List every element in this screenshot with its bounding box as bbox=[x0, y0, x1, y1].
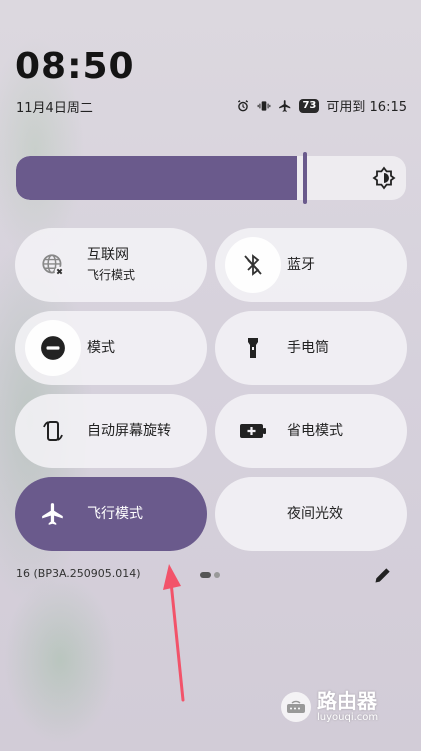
tile-modes-label: 模式 bbox=[87, 340, 115, 356]
annotation-arrow bbox=[155, 560, 195, 709]
brightness-slider[interactable] bbox=[16, 156, 406, 200]
bluetooth-off-icon bbox=[225, 237, 281, 293]
rotate-icon bbox=[25, 403, 81, 459]
tile-internet[interactable]: 互联网 飞行模式 bbox=[15, 228, 207, 302]
router-logo-icon bbox=[281, 691, 311, 722]
airplane-icon bbox=[25, 486, 81, 542]
tile-night-light-label: 夜间光效 bbox=[287, 506, 343, 522]
tile-airplane-mode[interactable]: 飞行模式 bbox=[15, 477, 207, 551]
tile-night-light[interactable]: 夜间光效 bbox=[215, 477, 407, 551]
tile-flashlight-label: 手电筒 bbox=[287, 340, 329, 356]
battery-saver-icon bbox=[225, 403, 281, 459]
brightness-fill bbox=[16, 156, 297, 200]
battery-badge: 73 bbox=[299, 98, 320, 113]
clock-time: 08:50 bbox=[15, 46, 135, 87]
brightness-icon bbox=[372, 166, 396, 194]
page-dot-active bbox=[200, 572, 211, 578]
tile-auto-rotate[interactable]: 自动屏幕旋转 bbox=[15, 394, 207, 468]
watermark-name: 路由器 bbox=[317, 689, 377, 713]
tile-internet-sublabel: 飞行模式 bbox=[87, 268, 136, 282]
battery-until-text: 可用到 16:15 bbox=[326, 100, 407, 115]
moon-icon bbox=[225, 486, 281, 542]
globe-off-icon bbox=[25, 237, 81, 293]
do-not-disturb-icon bbox=[25, 320, 81, 376]
alarm-icon bbox=[236, 99, 250, 113]
build-number: 16 (BP3A.250905.014) bbox=[16, 567, 141, 580]
flashlight-icon bbox=[225, 320, 281, 376]
tile-auto-rotate-label: 自动屏幕旋转 bbox=[87, 423, 171, 439]
tile-bluetooth[interactable]: 蓝牙 bbox=[215, 228, 407, 302]
tile-modes[interactable]: 模式 bbox=[15, 311, 207, 385]
vibrate-icon bbox=[257, 99, 271, 113]
page-indicator bbox=[200, 572, 220, 578]
tile-bluetooth-label: 蓝牙 bbox=[287, 257, 315, 273]
airplane-status-icon bbox=[278, 99, 292, 113]
tile-flashlight[interactable]: 手电筒 bbox=[215, 311, 407, 385]
edit-pencil-icon[interactable] bbox=[373, 565, 393, 589]
tile-battery-saver-label: 省电模式 bbox=[287, 423, 343, 439]
watermark: 路由器 luyouqi.com bbox=[281, 690, 378, 723]
tile-internet-label: 互联网 bbox=[87, 247, 129, 263]
page-dot bbox=[214, 572, 220, 578]
clock-date: 11月4日周二 bbox=[16, 101, 93, 116]
status-bar: 73 可用到 16:15 bbox=[236, 96, 407, 115]
tile-battery-saver[interactable]: 省电模式 bbox=[215, 394, 407, 468]
watermark-url: luyouqi.com bbox=[317, 712, 379, 723]
tile-airplane-mode-label: 飞行模式 bbox=[87, 506, 143, 522]
